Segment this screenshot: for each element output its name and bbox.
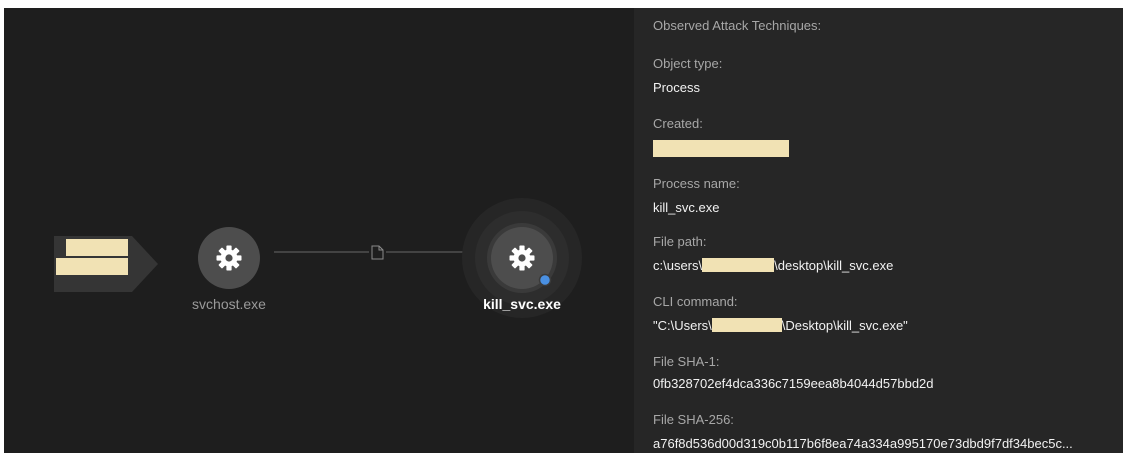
object-type-value: Process xyxy=(653,80,700,95)
status-dot xyxy=(538,273,552,287)
process-name-value: kill_svc.exe xyxy=(653,200,720,215)
file-path-prefix: c:\users\ xyxy=(653,258,703,273)
redacted-parent-label-1 xyxy=(66,239,128,256)
file-path-value: c:\users\ \desktop\kill_svc.exe xyxy=(653,258,893,273)
sha256-label: File SHA-256: xyxy=(653,412,734,427)
cli-command-prefix: "C:\Users\ xyxy=(653,318,712,333)
process-graph-panel: svchost.exe kill_svc.exe xyxy=(4,8,634,453)
redacted-username xyxy=(711,318,782,332)
node-label-svchost[interactable]: svchost.exe xyxy=(192,296,266,312)
sha1-label: File SHA-1: xyxy=(653,354,720,369)
redacted-created-value xyxy=(653,140,789,157)
gear-icon xyxy=(216,245,242,271)
cli-command-label: CLI command: xyxy=(653,294,738,309)
redacted-username xyxy=(702,258,775,272)
node-svchost[interactable] xyxy=(198,227,260,289)
file-path-suffix: \desktop\kill_svc.exe xyxy=(774,258,894,273)
file-path-label: File path: xyxy=(653,234,707,249)
app-frame: svchost.exe kill_svc.exe Observed Attack… xyxy=(4,8,1123,453)
gear-icon xyxy=(509,245,535,271)
object-type-label: Object type: xyxy=(653,56,723,71)
cli-command-value: "C:\Users\ \Desktop\kill_svc.exe" xyxy=(653,318,908,333)
created-label: Created: xyxy=(653,116,703,131)
cli-command-suffix: \Desktop\kill_svc.exe" xyxy=(781,318,908,333)
attack-techniques-label: Observed Attack Techniques: xyxy=(653,18,822,33)
node-label-kill-svc[interactable]: kill_svc.exe xyxy=(483,296,561,312)
sha1-value: 0fb328702ef4dca336c7159eea8b4044d57bbd2d xyxy=(653,376,934,391)
process-name-label: Process name: xyxy=(653,176,740,191)
process-graph-canvas xyxy=(54,198,582,318)
file-icon[interactable] xyxy=(371,245,384,260)
sha256-value: a76f8d536d00d319c0b117b6f8ea74a334a99517… xyxy=(653,436,1073,451)
redacted-parent-label-2 xyxy=(56,258,128,275)
details-panel: Observed Attack Techniques: Object type:… xyxy=(634,8,1123,453)
